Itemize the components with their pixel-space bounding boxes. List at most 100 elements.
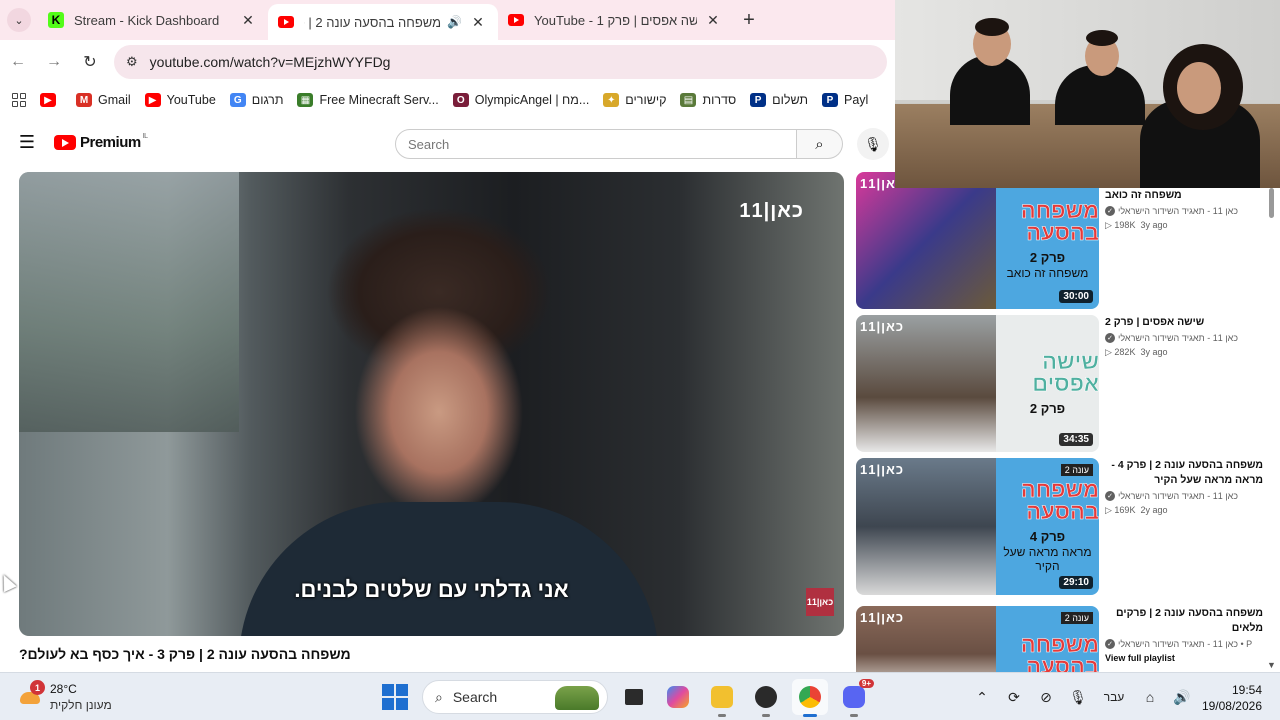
tab-title: Stream - Kick Dashboard xyxy=(74,12,220,28)
view-count: 198K xyxy=(1114,220,1136,230)
close-icon[interactable]: ✕ xyxy=(705,12,721,29)
bookmark-paypal[interactable]: P Payl xyxy=(822,93,868,107)
copilot-icon[interactable] xyxy=(660,679,696,715)
bookmark-olympicangel[interactable]: O OlympicAngel | מח... xyxy=(452,93,590,107)
weather-widget[interactable]: 1 28°C מעונן חלקית xyxy=(18,680,112,713)
view-count: 282K xyxy=(1114,347,1136,357)
webcam-hair xyxy=(1086,30,1118,46)
bookmark-minecraft[interactable]: ▦ Free Minecraft Serv... xyxy=(297,93,439,107)
bookmark-label: OlympicAngel | מח... xyxy=(474,93,590,107)
verified-icon: ✓ xyxy=(1105,206,1115,216)
tab-youtube-shisha[interactable]: YouTube - 1 שישה אפסים | פרק ✕ xyxy=(498,0,733,40)
reload-icon[interactable]: ↻ xyxy=(72,52,108,72)
channel-name[interactable]: ✓ כאן 11 - תאגיד השידור הישראלי • P xyxy=(1105,639,1263,649)
obs-icon[interactable] xyxy=(748,679,784,717)
bookmark-label: תשלום xyxy=(772,93,808,107)
webcam-overlay xyxy=(895,0,1280,188)
playlist-thumbnail[interactable]: משפחה בהסעה כאן|11 עונה 2 xyxy=(856,606,1099,672)
menu-icon[interactable]: ☰ xyxy=(0,132,54,153)
olympic-icon: O xyxy=(452,93,469,107)
recommended-item[interactable]: שישה אפסים פרק 2 כאן|11 34:35 שישה אפסים… xyxy=(856,315,1266,452)
recommended-item[interactable]: משפחה בהסעה פרק 4 מראה מראה שעל הקיר כאן… xyxy=(856,458,1266,595)
links-icon: ✦ xyxy=(603,93,620,107)
tab-youtube-active[interactable]: משפחה בהסעה עונה 2 | פר 🔊 ✕ xyxy=(268,4,498,40)
video-title[interactable]: משפחה בהסעה עונה 2 | פרק 4 - מראה מראה ש… xyxy=(1105,458,1263,488)
task-view-icon[interactable] xyxy=(616,679,652,715)
upload-age: 3y ago xyxy=(1140,347,1168,357)
discord-icon[interactable]: 9+ xyxy=(836,679,874,717)
taskbar-search[interactable]: ⌕ Search xyxy=(422,680,608,714)
bookmark-series[interactable]: ▤ סדרות xyxy=(680,93,736,107)
language-indicator[interactable]: עבר xyxy=(1094,690,1134,704)
search-icon: ⌕ xyxy=(435,688,443,705)
bookmark-label: Payl xyxy=(844,93,869,107)
file-explorer-icon[interactable] xyxy=(704,679,740,717)
windows-start-icon[interactable] xyxy=(382,684,408,710)
poster-title: שישה אפסים xyxy=(1032,349,1099,396)
site-info-icon[interactable]: ⚙ xyxy=(126,54,138,70)
bookmark-label: תרגום xyxy=(251,93,284,107)
clock[interactable]: 19:54 19/08/2026 xyxy=(1188,682,1262,714)
bookmark-youtube[interactable]: ▶ YouTube xyxy=(144,93,216,107)
search-input[interactable]: Search xyxy=(395,129,797,159)
scrollbar[interactable]: ▼ xyxy=(1266,184,1276,670)
microphone-icon[interactable]: 🎙 xyxy=(1062,689,1094,706)
search-container: Search ⌕ 🎙 xyxy=(395,128,889,160)
back-arrow-icon[interactable]: ← xyxy=(0,53,36,71)
poster-episode: פרק 4 xyxy=(1029,529,1066,545)
channel-name[interactable]: ✓ כאן 11 - תאגיד השידור הישראלי xyxy=(1105,491,1263,501)
poster-title: משפחה בהסעה xyxy=(1020,632,1099,672)
channel-name[interactable]: ✓ כאן 11 - תאגיד השידור הישראלי xyxy=(1105,333,1263,343)
taskbar-search-label: Search xyxy=(452,689,498,705)
bookmark-gmail[interactable]: M Gmail xyxy=(76,93,131,107)
video-title: משפחה בהסעה עונה 2 | פרק 3 - איך כסף בא … xyxy=(19,646,351,662)
bookmark-youtube-icon-only[interactable]: ▶ xyxy=(40,93,62,107)
close-icon[interactable]: ✕ xyxy=(240,12,256,29)
search-highlight-icon xyxy=(555,686,599,710)
bookmark-payment[interactable]: P תשלום xyxy=(750,93,808,107)
video-stats: ▷ 282K 3y ago xyxy=(1105,347,1168,357)
upload-age: 3y ago xyxy=(1140,220,1168,230)
new-tab-button[interactable]: + xyxy=(733,9,765,32)
view-full-playlist-link[interactable]: View full playlist xyxy=(1105,653,1263,663)
search-button[interactable]: ⌕ xyxy=(797,129,843,159)
address-bar[interactable]: ⚙ youtube.com/watch?v=MEjzhWYYFDg xyxy=(114,45,887,79)
recommended-playlist[interactable]: משפחה בהסעה כאן|11 עונה 2 משפחה בהסעה עו… xyxy=(856,606,1266,672)
video-player[interactable]: כאן|11 אני גדלתי עם שלטים לבנים. כאן|11 xyxy=(19,172,844,636)
network-icon[interactable]: ⌂ xyxy=(1134,689,1166,705)
video-stats: ▷ 169K 2y ago xyxy=(1105,505,1168,515)
scroll-down-arrow-icon[interactable]: ▼ xyxy=(1267,660,1276,670)
speaker-icon[interactable]: 🔊 xyxy=(447,15,462,29)
bookmark-label: Gmail xyxy=(98,93,131,107)
verified-icon: ✓ xyxy=(1105,333,1115,343)
video-thumbnail[interactable]: שישה אפסים פרק 2 כאן|11 34:35 xyxy=(856,315,1099,452)
tab-search-button[interactable]: ⌄ xyxy=(0,0,38,40)
logo-text: Premium xyxy=(80,133,141,151)
network-off-icon[interactable]: ⊘ xyxy=(1030,689,1062,706)
youtube-premium-logo[interactable]: Premium IL xyxy=(54,133,148,151)
mouse-cursor-icon xyxy=(0,571,17,593)
bookmark-translate[interactable]: G תרגום xyxy=(229,93,284,107)
bookmark-links[interactable]: ✦ קישורים xyxy=(603,93,666,107)
scrollbar-thumb[interactable] xyxy=(1269,188,1274,218)
thumbnail-image xyxy=(856,315,996,452)
video-title[interactable]: משפחה זה כואב xyxy=(1105,188,1263,203)
forward-arrow-icon[interactable]: → xyxy=(36,53,72,71)
microphone-icon[interactable]: 🎙 xyxy=(857,128,889,160)
tab-kick-dashboard[interactable]: K Stream - Kick Dashboard ✕ xyxy=(38,0,268,40)
channel-name[interactable]: ✓ כאן 11 - תאגיד השידור הישראלי xyxy=(1105,206,1263,216)
channel-watermark: כאן|11 xyxy=(860,610,905,625)
video-thumbnail[interactable]: משפחה בהסעה פרק 4 מראה מראה שעל הקיר כאן… xyxy=(856,458,1099,595)
channel-label: כאן 11 - תאגיד השידור הישראלי xyxy=(1118,491,1238,501)
chevron-up-icon[interactable]: ⌃ xyxy=(966,689,998,706)
video-thumbnail[interactable]: משפחה בהסעה פרק 2 משפחה זה כואב כאן|11 3… xyxy=(856,172,1099,309)
chrome-icon[interactable] xyxy=(792,679,828,717)
channel-badge[interactable]: כאן|11 xyxy=(806,588,834,616)
playlist-title[interactable]: משפחה בהסעה עונה 2 | פרקים מלאים xyxy=(1105,606,1263,636)
recommended-item[interactable]: משפחה בהסעה פרק 2 משפחה זה כואב כאן|11 3… xyxy=(856,172,1266,309)
apps-grid-icon[interactable] xyxy=(12,93,26,107)
close-icon[interactable]: ✕ xyxy=(470,14,486,31)
sync-icon[interactable]: ⟳ xyxy=(998,689,1030,706)
video-title[interactable]: שישה אפסים | פרק 2 xyxy=(1105,315,1263,330)
poster-episode: פרק 2 xyxy=(1029,250,1066,266)
